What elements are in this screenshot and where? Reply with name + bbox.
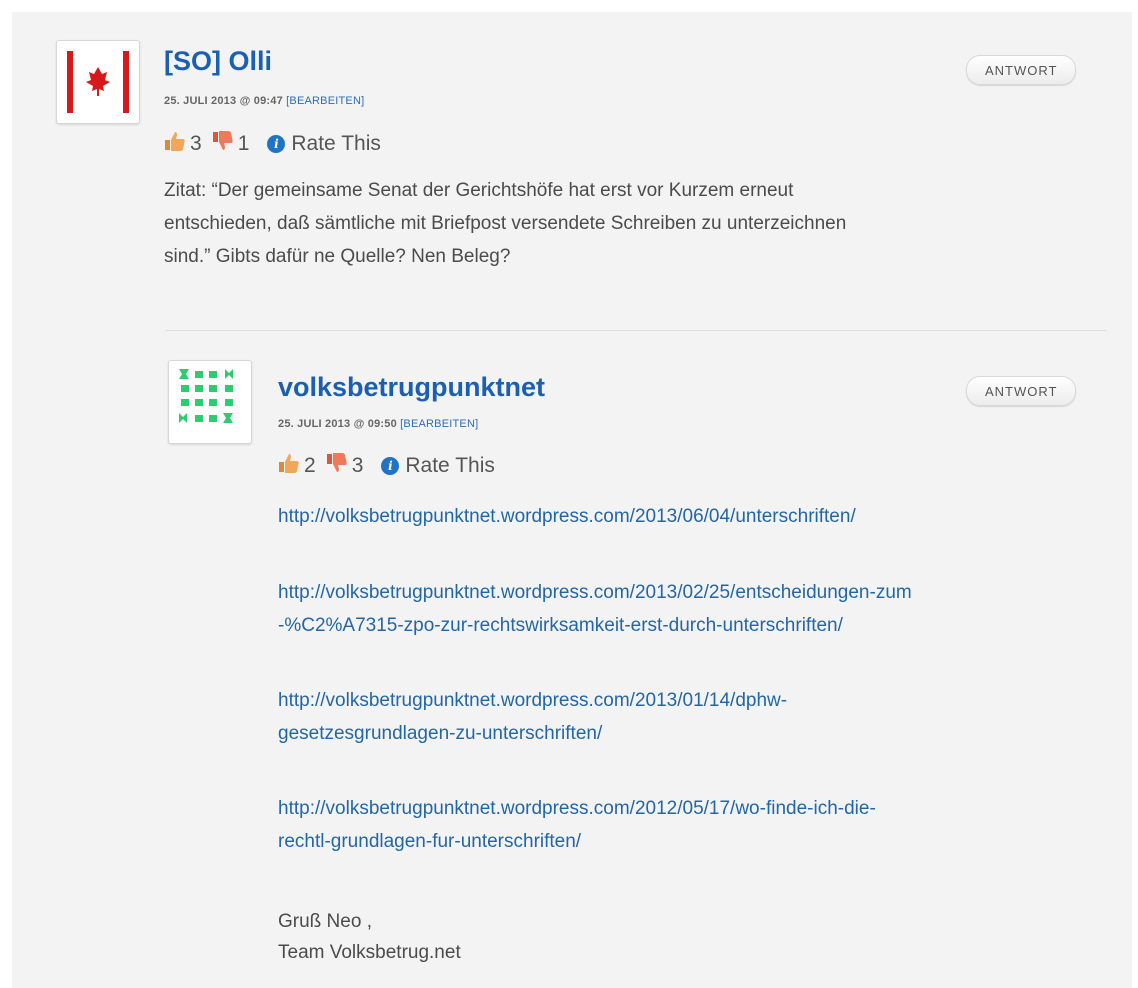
comment-body: Zitat: “Der gemeinsame Senat der Gericht… xyxy=(164,174,1084,273)
url-line: -%C2%A7315-zpo-zur-rechtswirksamkeit-ers… xyxy=(278,615,843,636)
thumbs-down-icon[interactable] xyxy=(212,130,234,158)
rate-this-link[interactable]: Rate This xyxy=(405,454,495,478)
url-line: gesetzesgrundlagen-zu-unterschriften/ xyxy=(278,723,603,744)
green-identicon-icon xyxy=(169,361,251,443)
rate-this-link[interactable]: Rate This xyxy=(291,132,381,156)
comment-date: 25. JULI 2013 @ 09:47 xyxy=(164,95,283,107)
reply-button[interactable]: ANTWORT xyxy=(966,376,1077,406)
thumbs-up-icon[interactable] xyxy=(164,130,186,158)
info-icon[interactable]: i xyxy=(381,457,400,475)
reply-button[interactable]: ANTWORT xyxy=(966,55,1077,85)
thumbs-up-icon[interactable] xyxy=(278,452,300,480)
like-count: 2 xyxy=(304,454,316,477)
info-icon[interactable]: i xyxy=(267,135,286,153)
comment-text-line: Zitat: “Der gemeinsame Senat der Gericht… xyxy=(164,180,794,201)
edit-link[interactable]: [BEARBEITEN] xyxy=(400,418,478,430)
signoff-greeting: Gruß Neo , xyxy=(278,911,372,932)
comment-text-line: entschieden, daß sämtliche mit Briefpost… xyxy=(164,213,847,234)
avatar-olli[interactable] xyxy=(56,40,140,124)
url-line: http://volksbetrugpunktnet.wordpress.com… xyxy=(278,506,856,527)
thumbs-down-icon[interactable] xyxy=(326,452,348,480)
comment-rating: 3 1 i Rate This xyxy=(164,130,381,158)
signoff: Gruß Neo , Team Volksbetrug.net xyxy=(278,906,461,968)
avatar-volksbetrugpunktnet[interactable] xyxy=(168,360,252,444)
comment-meta: 25. JULI 2013 @ 09:47 [BEARBEITEN] xyxy=(164,95,364,107)
url-link-3[interactable]: http://volksbetrugpunktnet.wordpress.com… xyxy=(278,684,787,750)
like-count: 3 xyxy=(190,132,202,155)
url-link-4[interactable]: http://volksbetrugpunktnet.wordpress.com… xyxy=(278,792,876,858)
url-line: http://volksbetrugpunktnet.wordpress.com… xyxy=(278,798,876,819)
red-maple-flag-icon xyxy=(57,41,139,123)
comment-divider xyxy=(166,330,1106,331)
url-link-2[interactable]: http://volksbetrugpunktnet.wordpress.com… xyxy=(278,576,912,642)
edit-link[interactable]: [BEARBEITEN] xyxy=(286,95,364,107)
comment-thread: [SO] Olli 25. JULI 2013 @ 09:47 [BEARBEI… xyxy=(0,0,1138,988)
reply-meta: 25. JULI 2013 @ 09:50 [BEARBEITEN] xyxy=(278,418,478,430)
comment-text-line: sind.” Gibts dafür ne Quelle? Nen Beleg? xyxy=(164,246,511,267)
signoff-team: Team Volksbetrug.net xyxy=(278,942,461,963)
url-line: http://volksbetrugpunktnet.wordpress.com… xyxy=(278,582,912,603)
dislike-count: 1 xyxy=(237,132,250,155)
url-line: rechtl-grundlagen-fur-unterschriften/ xyxy=(278,831,582,852)
dislike-count: 3 xyxy=(351,454,364,477)
reply-rating: 2 3 i Rate This xyxy=(278,452,495,480)
reply-author-link[interactable]: volksbetrugpunktnet xyxy=(278,372,545,403)
url-link-1[interactable]: http://volksbetrugpunktnet.wordpress.com… xyxy=(278,500,856,533)
reply-date: 25. JULI 2013 @ 09:50 xyxy=(278,418,397,430)
url-line: http://volksbetrugpunktnet.wordpress.com… xyxy=(278,690,788,711)
comment-author-link[interactable]: [SO] Olli xyxy=(164,46,272,77)
